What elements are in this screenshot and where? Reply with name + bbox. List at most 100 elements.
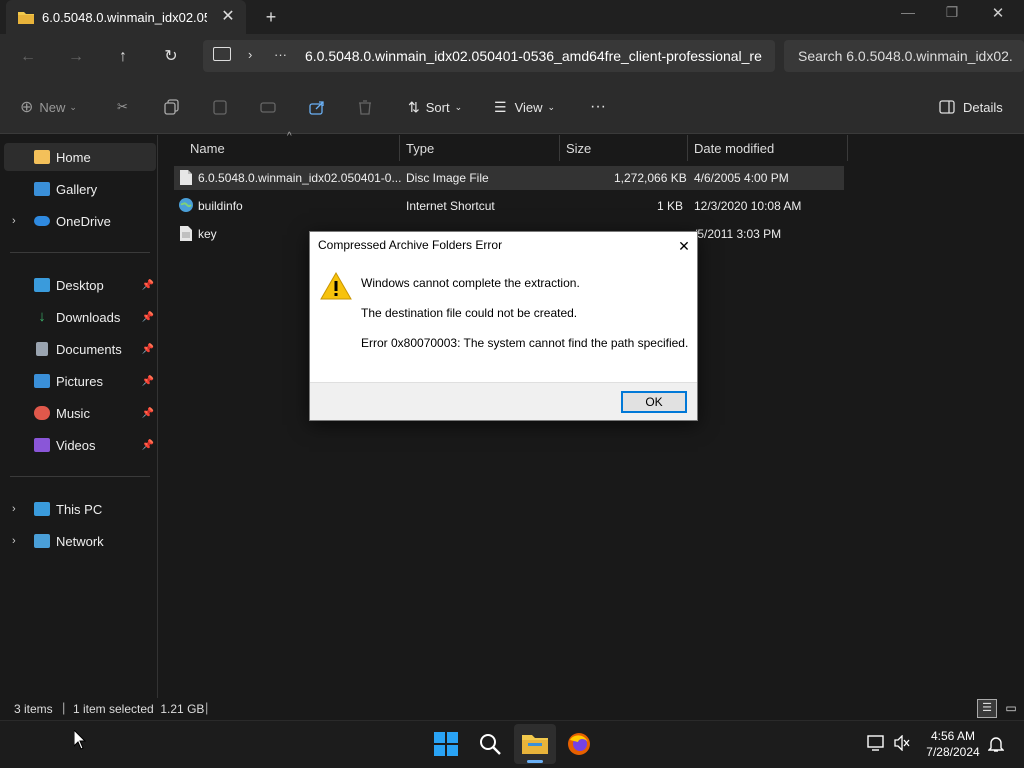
dialog-footer: OK [310,382,697,420]
search-input[interactable]: Search 6.0.5048.0.winmain_idx02. [798,48,1013,64]
sidebar-item-music[interactable]: Music 📌 [4,399,156,427]
sidebar-item-gallery[interactable]: Gallery [4,175,156,203]
sidebar-item-label: Videos [56,437,96,453]
back-button[interactable]: ← [16,46,40,68]
network-icon [34,534,50,548]
sidebar-item-this-pc[interactable]: › This PC [4,495,156,523]
sidebar-item-network[interactable]: › Network [4,527,156,555]
file-date: /5/2011 3:03 PM [694,227,782,241]
dialog-body: Windows cannot complete the extraction. … [310,260,697,382]
address-path[interactable]: 6.0.5048.0.winmain_idx02.050401-0536_amd… [305,48,762,64]
pin-icon[interactable]: 📌 [142,312,154,323]
chevron-right-icon[interactable]: › [12,535,16,547]
file-date: 12/3/2020 10:08 AM [694,199,802,213]
pin-icon[interactable]: 📌 [142,280,154,291]
view-button[interactable]: ☰ View ⌄ [494,96,555,118]
sidebar-item-documents[interactable]: Documents 📌 [4,335,156,363]
new-button[interactable]: ⊕ New ⌄ [20,96,77,118]
sidebar-item-label: Gallery [56,181,98,197]
breadcrumb-overflow[interactable]: ··· [274,47,287,62]
chevron-right-icon[interactable]: › [12,215,16,227]
sidebar-item-label: Music [56,405,90,421]
sidebar-item-label: This PC [56,501,103,517]
chevron-right-icon[interactable]: › [12,503,16,515]
pin-icon[interactable]: 📌 [142,376,154,387]
rename-icon[interactable] [260,96,276,118]
pin-icon[interactable]: 📌 [142,440,154,451]
home-icon [34,150,50,164]
dialog-error-code: Error 0x80070003: The system cannot find… [361,336,689,350]
music-icon [34,406,50,420]
tab-active[interactable]: 6.0.5048.0.winmain_idx02.050401-0536_amd… [6,0,246,34]
sidebar-item-downloads[interactable]: ↓ Downloads 📌 [4,303,156,331]
details-view-icon[interactable]: ☰ [977,699,997,718]
restore-button[interactable]: ❐ [932,4,972,24]
column-header-date[interactable]: Date modified [694,135,774,161]
column-divider[interactable] [559,135,560,161]
tab-close-button[interactable]: ✕ [218,7,238,27]
status-divider: | [62,700,66,715]
forward-button[interactable]: → [64,46,88,68]
tiles-view-icon[interactable]: ▭ [1001,699,1021,718]
dialog-close-button[interactable]: ✕ [674,236,694,256]
search-icon[interactable] [478,732,502,759]
mouse-cursor-icon [73,728,87,753]
paste-icon[interactable] [212,96,228,118]
sort-button[interactable]: ⇅ Sort ⌄ [408,96,462,118]
column-divider[interactable] [687,135,688,161]
onedrive-icon [34,216,50,226]
file-row[interactable]: buildinfo Internet Shortcut 1 KB 12/3/20… [174,194,844,218]
network-status-icon[interactable] [867,735,885,754]
dialog-message-detail: The destination file could not be create… [361,306,578,320]
column-header-type[interactable]: Type [406,135,434,161]
pin-icon[interactable]: 📌 [142,344,154,355]
dialog-message-main: Windows cannot complete the extraction. [361,276,580,290]
file-row[interactable]: 6.0.5048.0.winmain_idx02.050401-0... Dis… [174,166,844,190]
volume-muted-icon[interactable] [893,734,911,754]
status-divider: | [205,700,209,715]
sidebar-item-desktop[interactable]: Desktop 📌 [4,271,156,299]
monitor-icon [213,47,231,61]
sidebar-item-label: Downloads [56,309,121,325]
column-header-name[interactable]: Name [190,135,225,161]
file-date: 4/6/2005 4:00 PM [694,171,789,185]
sidebar-item-videos[interactable]: Videos 📌 [4,431,156,459]
delete-icon[interactable] [357,96,373,118]
column-header-size[interactable]: Size [566,135,591,161]
ok-button[interactable]: OK [621,391,687,413]
file-explorer-icon [522,735,548,754]
close-window-button[interactable]: ✕ [978,4,1018,24]
sidebar-item-onedrive[interactable]: › OneDrive [4,207,156,235]
taskbar-file-explorer-button[interactable] [514,724,556,764]
sidebar-item-pictures[interactable]: Pictures 📌 [4,367,156,395]
clock-date[interactable]: 7/28/2024 [920,745,986,759]
clock-time[interactable]: 4:56 AM [920,729,986,743]
column-divider[interactable] [399,135,400,161]
item-count: 3 items [14,702,53,716]
refresh-button[interactable]: ↻ [159,46,183,68]
copy-icon[interactable] [164,96,180,118]
cut-icon[interactable]: ✂ [117,96,128,118]
sidebar-item-home[interactable]: Home [4,143,156,171]
column-divider[interactable] [847,135,848,161]
file-size: 1 KB [657,199,684,213]
tab-title: 6.0.5048.0.winmain_idx02.050401-0536_amd… [42,9,207,25]
firefox-icon[interactable] [567,732,591,759]
share-icon[interactable] [309,96,325,118]
active-indicator [527,760,543,763]
notification-bell-icon[interactable] [987,735,1005,756]
new-tab-button[interactable]: + [260,6,282,28]
sidebar-divider [10,252,150,253]
more-options-button[interactable]: ··· [590,96,606,118]
chevron-right-icon[interactable]: › [248,47,252,62]
pictures-icon [34,374,50,388]
details-button[interactable]: Details [939,96,1003,118]
sidebar-item-label: Network [56,533,104,549]
pin-icon[interactable]: 📌 [142,408,154,419]
file-type: Internet Shortcut [406,199,495,213]
start-button[interactable] [434,732,458,759]
up-button[interactable]: ↑ [111,46,135,68]
view-icon: ☰ [494,98,507,115]
this-pc-icon [34,502,50,516]
minimize-button[interactable]: — [888,4,928,24]
